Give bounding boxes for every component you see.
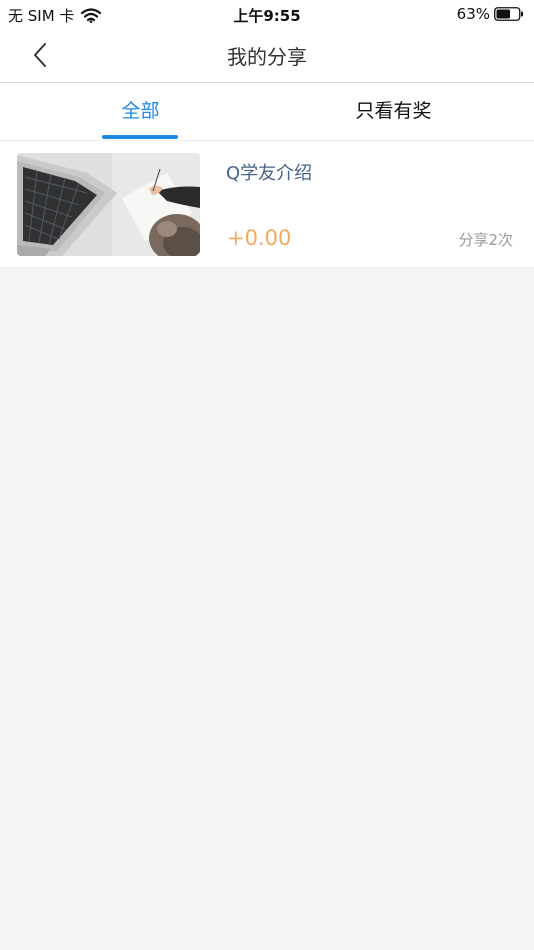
share-reward: +0.00 (227, 226, 292, 250)
status-bar: 无 SIM 卡 上午9:55 63% (0, 0, 534, 28)
status-time: 上午9:55 (233, 7, 301, 25)
share-list-item[interactable]: Q学友介绍 +0.00 分享2次 (0, 141, 534, 267)
share-title: Q学友介绍 (226, 163, 313, 184)
nav-bar: 我的分享 (0, 28, 534, 83)
battery-percent: 63% (456, 5, 490, 23)
status-right: 63% (457, 5, 524, 23)
tab-all[interactable]: 全部 (7, 83, 274, 140)
tab-bar: 全部 只看有奖 (0, 83, 534, 141)
tab-rewarded-only[interactable]: 只看有奖 (260, 83, 527, 140)
page-title: 我的分享 (227, 45, 307, 69)
battery-icon (494, 7, 523, 21)
share-thumbnail (17, 153, 200, 256)
active-tab-indicator (102, 135, 178, 139)
share-count: 分享2次 (458, 231, 513, 249)
